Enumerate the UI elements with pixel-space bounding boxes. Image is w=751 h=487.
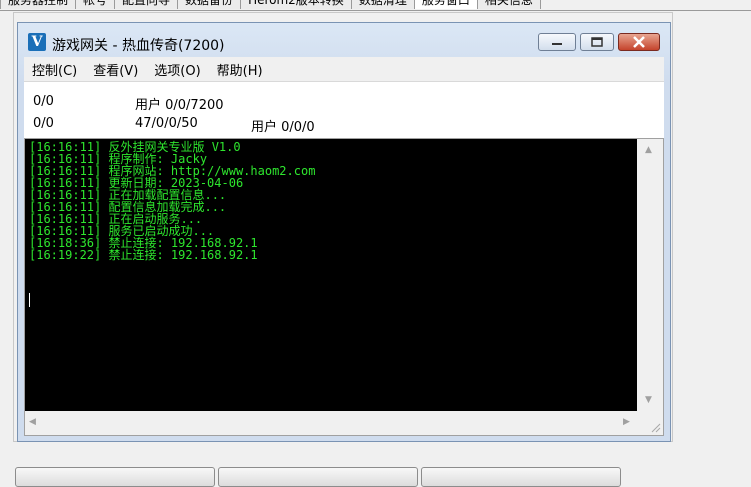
maximize-icon [591,37,603,47]
tab-service-window[interactable]: 服务窗口 [413,0,478,9]
bottom-button-1[interactable] [15,467,215,487]
log-text-area[interactable]: [16:16:11] 反外挂网关专业版 V1.0 [16:16:11] 程序制作:… [25,139,637,411]
stat-users-total: 用户 0/0/7200 [135,98,224,113]
bottom-button-2[interactable] [218,467,418,487]
stat-connections: 47/0/0/50 [135,116,198,131]
window-title: 游戏网关 - 热血传奇(7200) [52,38,225,54]
tab-server-control[interactable]: 服务器控制 [0,0,77,9]
status-panel: 0/0 用户 0/0/7200 0/0 47/0/0/50 用户 0/0/0 [24,81,664,139]
menu-bar: 控制(C) 查看(V) 选项(O) 帮助(H) [24,57,664,81]
close-button[interactable] [618,33,660,51]
scroll-up-icon[interactable]: ▲ [645,145,652,155]
menu-help[interactable]: 帮助(H) [217,60,263,79]
bottom-button-3[interactable] [421,467,621,487]
resize-grip-icon[interactable] [649,421,661,433]
tab-data-cleanup[interactable]: 数据清理 [350,0,415,9]
menu-control[interactable]: 控制(C) [32,60,77,79]
title-bar[interactable]: V 游戏网关 - 热血传奇(7200) [18,23,670,57]
tab-config-wizard[interactable]: 配置向导 [114,0,179,9]
log-console: [16:16:11] 反外挂网关专业版 V1.0 [16:16:11] 程序制作:… [24,138,664,436]
vertical-scrollbar[interactable]: ▲ ▼ [637,139,663,411]
close-icon [633,36,645,48]
scroll-right-icon[interactable]: ▶ [623,417,630,427]
scrollbar-corner [637,411,663,435]
tab-account[interactable]: 帐号 [75,0,116,9]
gateway-window: V 游戏网关 - 热血传奇(7200) 控制(C) 查看(V) 选项(O) 帮助… [17,22,671,442]
tab-data-backup[interactable]: 数据备份 [177,0,242,9]
stat-users-current: 用户 0/0/0 [251,120,315,135]
minimize-button[interactable] [538,33,576,51]
horizontal-scrollbar[interactable]: ◀ ▶ [25,411,637,435]
scroll-left-icon[interactable]: ◀ [29,417,36,427]
log-line: [16:19:22] 禁止连接: 192.168.92.1 [29,248,258,262]
tab-herom2-convert[interactable]: Herom2版本转换 [240,0,352,9]
text-caret [29,293,30,307]
maximize-button[interactable] [580,33,614,51]
minimize-icon [552,43,562,45]
app-icon: V [28,33,46,51]
stat-row2-col1: 0/0 [33,116,54,131]
stat-row1-col1: 0/0 [33,94,54,109]
tab-strip: 服务器控制 帐号 配置向导 数据备份 Herom2版本转换 数据清理 服务窗口 … [0,0,751,10]
tab-divider [0,10,751,11]
tab-related-info[interactable]: 相关信息 [476,0,541,9]
menu-options[interactable]: 选项(O) [154,60,200,79]
scroll-down-icon[interactable]: ▼ [645,395,652,405]
log-lines: [16:16:11] 反外挂网关专业版 V1.0 [16:16:11] 程序制作:… [29,141,315,261]
menu-view[interactable]: 查看(V) [93,60,138,79]
